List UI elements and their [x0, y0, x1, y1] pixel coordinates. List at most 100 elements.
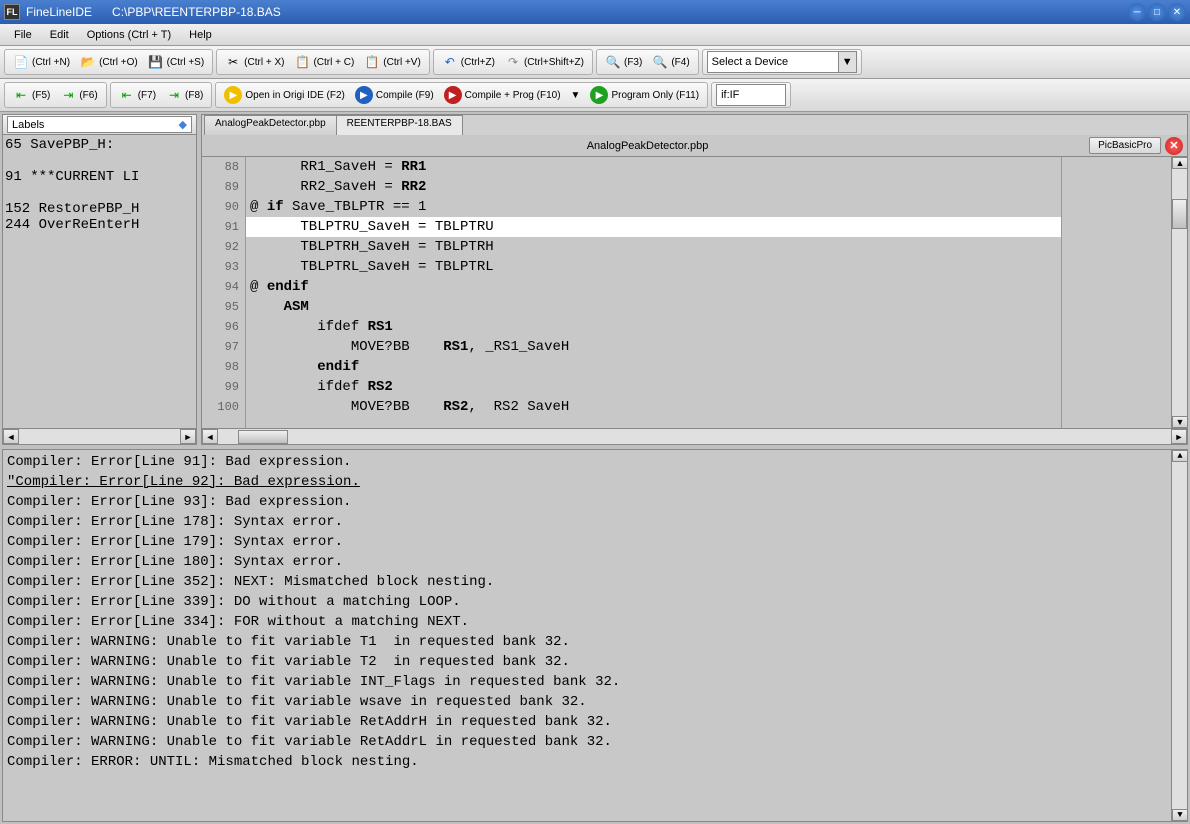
output-line[interactable]: Compiler: Error[Line 339]: DO without a …	[7, 592, 1167, 612]
sidebar-item[interactable]: 91 ***CURRENT LI	[5, 169, 194, 185]
output-line[interactable]: Compiler: WARNING: Unable to fit variabl…	[7, 632, 1167, 652]
cut-label: (Ctrl + X)	[244, 57, 284, 68]
code-line[interactable]: RR2_SaveH = RR2	[246, 177, 1061, 197]
out-scroll-down-icon[interactable]: ▼	[1172, 809, 1188, 821]
code-line[interactable]: ifdef RS1	[246, 317, 1061, 337]
scroll-left-icon[interactable]: ◄	[3, 429, 19, 444]
tab-analog[interactable]: AnalogPeakDetector.pbp	[204, 115, 337, 135]
output-line[interactable]: Compiler: Error[Line 91]: Bad expression…	[7, 452, 1167, 472]
menu-options[interactable]: Options (Ctrl + T)	[79, 27, 179, 43]
find-replace-button[interactable]: 🔍 (F4)	[648, 52, 693, 72]
code-line[interactable]: RR1_SaveH = RR1	[246, 157, 1061, 177]
compile-button[interactable]: ▶ Compile (F9)	[351, 84, 438, 106]
compile-prog-button[interactable]: ▶ Compile + Prog (F10)	[440, 84, 565, 106]
line-number: 96	[202, 317, 239, 337]
output-line[interactable]: Compiler: WARNING: Unable to fit variabl…	[7, 652, 1167, 672]
maximize-button[interactable]: □	[1148, 3, 1166, 21]
code-lines[interactable]: RR1_SaveH = RR1 RR2_SaveH = RR2@ if Save…	[246, 157, 1061, 428]
indent-right-button[interactable]: ⇥ (F6)	[56, 85, 101, 105]
dropdown-arrow-icon: ▼	[838, 52, 856, 72]
redo-button[interactable]: ↷ (Ctrl+Shift+Z)	[501, 52, 588, 72]
output-line[interactable]: Compiler: WARNING: Unable to fit variabl…	[7, 692, 1167, 712]
open-file-button[interactable]: 📂 (Ctrl +O)	[76, 52, 142, 72]
program-only-button[interactable]: ▶ Program Only (F11)	[586, 84, 703, 106]
tab-reenter[interactable]: REENTERPBP-18.BAS	[336, 115, 463, 135]
copy-button[interactable]: 📋 (Ctrl + C)	[290, 52, 358, 72]
line-number: 98	[202, 357, 239, 377]
code-line[interactable]: @ endif	[246, 277, 1061, 297]
paste-button[interactable]: 📋 (Ctrl +V)	[360, 52, 425, 72]
line-number: 90	[202, 197, 239, 217]
vscroll-thumb[interactable]	[1172, 199, 1187, 229]
sidebar-item[interactable]: 244 OverReEnterH	[5, 217, 194, 233]
code-line[interactable]: MOVE?BB RS2, RS2 SaveH	[246, 397, 1061, 417]
if-input[interactable]	[716, 84, 786, 106]
editor-vscroll[interactable]: ▲ ▼	[1171, 157, 1187, 428]
editor-hscroll[interactable]: ◄ ►	[202, 428, 1187, 444]
output-line[interactable]: Compiler: Error[Line 180]: Syntax error.	[7, 552, 1167, 572]
sidebar-item[interactable]: 152 RestorePBP_H	[5, 201, 194, 217]
scroll-up-icon[interactable]: ▲	[1172, 157, 1187, 169]
line-number: 99	[202, 377, 239, 397]
out-scroll-up-icon[interactable]: ▲	[1172, 450, 1188, 462]
device-select[interactable]: Select a Device ▼	[707, 51, 857, 73]
output-line[interactable]: Compiler: Error[Line 179]: Syntax error.	[7, 532, 1167, 552]
open-origi-button[interactable]: ▶ Open in Origi IDE (F2)	[220, 84, 348, 106]
hscroll-right-icon[interactable]: ►	[1171, 429, 1187, 444]
output-content[interactable]: Compiler: Error[Line 91]: Bad expression…	[3, 450, 1171, 821]
code-line[interactable]: MOVE?BB RS1, _RS1_SaveH	[246, 337, 1061, 357]
editor-header: AnalogPeakDetector.pbp PicBasicPro ✕	[202, 135, 1187, 157]
output-line[interactable]: Compiler: ERROR: UNTIL: Mismatched block…	[7, 752, 1167, 772]
output-line[interactable]: "Compiler: Error[Line 92]: Bad expressio…	[7, 472, 1167, 492]
code-line[interactable]: ifdef RS2	[246, 377, 1061, 397]
output-line[interactable]: Compiler: WARNING: Unable to fit variabl…	[7, 672, 1167, 692]
code-line[interactable]: TBLPTRL_SaveH = TBLPTRL	[246, 257, 1061, 277]
new-file-button[interactable]: 📄 (Ctrl +N)	[9, 52, 74, 72]
menu-file[interactable]: File	[6, 27, 40, 43]
sidebar-item[interactable]	[5, 185, 194, 201]
sidebar-item[interactable]	[5, 153, 194, 169]
cut-button[interactable]: ✂ (Ctrl + X)	[221, 52, 288, 72]
undo-button[interactable]: ↶ (Ctrl+Z)	[438, 52, 499, 72]
indent-left-button[interactable]: ⇤ (F5)	[9, 85, 54, 105]
code-area[interactable]: 888990919293949596979899100 RR1_SaveH = …	[202, 157, 1171, 428]
output-vscroll[interactable]: ▲ ▼	[1171, 450, 1187, 821]
sidebar-item[interactable]: 65 SavePBP_H:	[5, 137, 194, 153]
scroll-down-icon[interactable]: ▼	[1172, 416, 1187, 428]
minimize-button[interactable]: ─	[1128, 3, 1146, 21]
code-line[interactable]: endif	[246, 357, 1061, 377]
scroll-right-icon[interactable]: ►	[180, 429, 196, 444]
close-editor-button[interactable]: ✕	[1165, 137, 1183, 155]
language-box[interactable]: PicBasicPro	[1089, 137, 1161, 154]
close-button[interactable]: ✕	[1168, 3, 1186, 21]
labels-dropdown[interactable]: Labels ◆	[7, 116, 192, 133]
sidebar-hscroll[interactable]: ◄ ►	[3, 428, 196, 444]
code-line[interactable]: @ if Save_TBLPTR == 1	[246, 197, 1061, 217]
sidebar-content[interactable]: 65 SavePBP_H: 91 ***CURRENT LI 152 Resto…	[3, 135, 196, 428]
output-line[interactable]: Compiler: Error[Line 93]: Bad expression…	[7, 492, 1167, 512]
cut-icon: ✂	[225, 54, 241, 70]
code-line[interactable]: ASM	[246, 297, 1061, 317]
menu-help[interactable]: Help	[181, 27, 220, 43]
line-number: 89	[202, 177, 239, 197]
tabs: AnalogPeakDetector.pbp REENTERPBP-18.BAS	[202, 115, 1187, 135]
menu-edit[interactable]: Edit	[42, 27, 77, 43]
outdent-button[interactable]: ⇤ (F7)	[115, 85, 160, 105]
output-line[interactable]: Compiler: Error[Line 334]: FOR without a…	[7, 612, 1167, 632]
hscroll-thumb[interactable]	[238, 430, 288, 444]
save-file-button[interactable]: 💾 (Ctrl +S)	[144, 52, 209, 72]
line-number: 100	[202, 397, 239, 417]
code-line[interactable]: TBLPTRU_SaveH = TBLPTRU	[246, 217, 1061, 237]
output-line[interactable]: Compiler: Error[Line 352]: NEXT: Mismatc…	[7, 572, 1167, 592]
output-panel: Compiler: Error[Line 91]: Bad expression…	[2, 449, 1188, 822]
dropdown-button[interactable]: ▼	[567, 88, 585, 103]
code-line[interactable]: TBLPTRH_SaveH = TBLPTRH	[246, 237, 1061, 257]
find-button[interactable]: 🔍 (F3)	[601, 52, 646, 72]
line-number: 93	[202, 257, 239, 277]
play-green-icon: ▶	[590, 86, 608, 104]
output-line[interactable]: Compiler: WARNING: Unable to fit variabl…	[7, 712, 1167, 732]
output-line[interactable]: Compiler: WARNING: Unable to fit variabl…	[7, 732, 1167, 752]
hscroll-left-icon[interactable]: ◄	[202, 429, 218, 444]
indent-button[interactable]: ⇥ (F8)	[162, 85, 207, 105]
output-line[interactable]: Compiler: Error[Line 178]: Syntax error.	[7, 512, 1167, 532]
